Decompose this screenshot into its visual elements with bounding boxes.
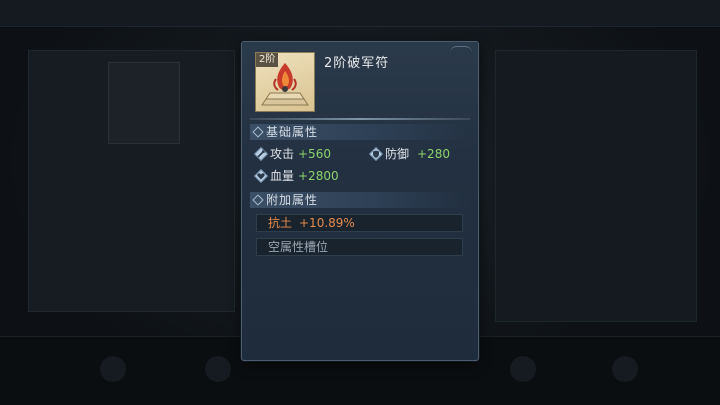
background-right-panel: [495, 50, 697, 322]
extra-attribute-label: 抗土: [268, 216, 293, 230]
background-item-card: [108, 62, 180, 144]
item-tooltip: 2阶 2阶破军符 基础属性 攻击 +560 防御 +280 血量 +2800 附…: [241, 41, 479, 361]
background-icon: [510, 356, 536, 382]
stat-label: 攻击: [270, 147, 295, 161]
extra-attributes-header: 附加属性: [250, 192, 470, 208]
stat-value: +2800: [298, 169, 339, 183]
base-attributes-header: 基础属性: [250, 124, 470, 140]
stat-label: 防御: [385, 147, 410, 161]
tier-badge: 2阶: [256, 53, 279, 67]
diamond-ornament-icon: [252, 194, 264, 206]
diamond-ornament-icon: [252, 126, 264, 138]
background-top-bar: [0, 0, 720, 27]
item-name: 2阶破军符: [324, 56, 390, 71]
background-icon: [205, 356, 231, 382]
defense-icon: [369, 147, 383, 161]
section-title: 附加属性: [266, 193, 319, 207]
empty-attribute-slot: 空属性槽位: [256, 238, 463, 256]
stat-defense: 防御 +280: [369, 146, 469, 162]
item-icon-frame: 2阶: [255, 52, 315, 112]
background-icon: [100, 356, 126, 382]
stat-hp: 血量 +2800: [254, 168, 364, 184]
header-divider: [250, 118, 470, 120]
section-title: 基础属性: [266, 125, 319, 139]
attack-icon: [254, 147, 268, 161]
stat-attack: 攻击 +560: [254, 146, 364, 162]
stat-value: +280: [417, 147, 450, 161]
empty-slot-label: 空属性槽位: [268, 240, 329, 254]
extra-attribute-value: +10.89%: [299, 216, 355, 230]
corner-ornament: [450, 46, 472, 53]
stat-label: 血量: [270, 169, 295, 183]
hp-icon: [254, 169, 268, 183]
background-icon: [612, 356, 638, 382]
stat-value: +560: [298, 147, 331, 161]
extra-attribute-row: 抗土 +10.89%: [256, 214, 463, 232]
